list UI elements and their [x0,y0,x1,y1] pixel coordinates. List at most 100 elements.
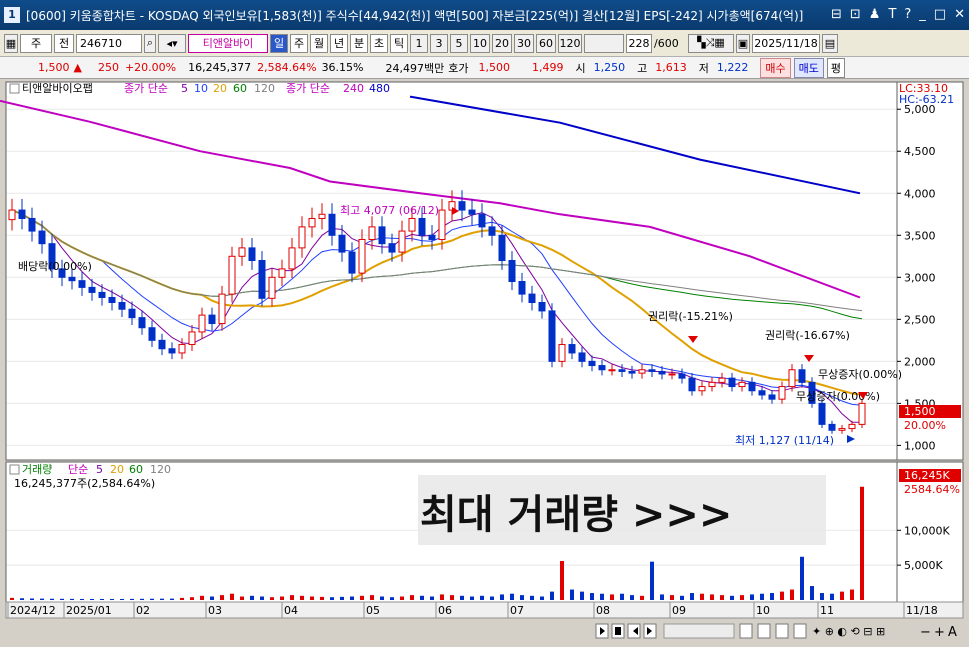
legend-box-icon[interactable] [9,83,20,94]
candle-body [78,280,86,288]
candle-body [838,428,846,431]
text-icon[interactable]: T [888,7,896,22]
volume-bar [430,596,434,600]
x-axis-label: 08 [596,604,610,617]
tools-icon[interactable]: ▚⤨▦ [688,33,734,53]
candle-body [698,386,706,392]
candle-body [498,234,506,261]
volume-bar [500,594,504,600]
volume-bar [450,595,454,600]
sound-icon[interactable]: ◂▾ [158,33,186,53]
average-button[interactable]: 평 [826,57,845,78]
volume-bar [160,598,164,600]
custom-interval-select[interactable] [584,33,624,53]
sell-button[interactable]: 매도 [793,57,824,78]
save-icon[interactable]: ▣ [736,33,750,53]
hc-label: HC:-63.21 [899,93,954,106]
volume-bar [800,556,804,600]
close-button[interactable]: ✕ [954,7,965,22]
candle-body [278,268,286,278]
zoom-button[interactable] [757,623,771,639]
candle-body [98,291,106,298]
candle-body [688,377,696,392]
scroll-track[interactable] [663,623,735,639]
zoom-out-button[interactable] [775,623,789,639]
volume-bar [140,598,144,600]
prev-button[interactable]: 전 [54,33,74,53]
candle-body [608,369,616,372]
volume-bar [660,594,664,600]
figure-icon[interactable]: ♟ [869,7,881,22]
volume-bar [750,594,754,600]
minus-icon[interactable]: − [920,625,931,640]
volume-bar [820,593,824,600]
volume-bar [10,597,14,600]
interval-1[interactable]: 1 [410,33,428,53]
company-name[interactable]: 티앤알바이 [188,33,268,53]
interval-60[interactable]: 60 [536,33,556,53]
interval-30[interactable]: 30 [514,33,534,53]
volume-bar [540,596,544,600]
interval-5[interactable]: 5 [450,33,468,53]
maximize-button[interactable]: □ [934,7,946,22]
volume-bar [550,591,554,600]
help-icon[interactable]: ? [904,7,911,22]
annotation-rights2: 권리락(-16.67%) [765,329,850,342]
scroll-extra-icon[interactable]: ✦ ⊕ ◐ ⟲ ⊟ ⊞ [812,625,885,638]
candle-body [18,209,26,219]
volume-bar [590,593,594,600]
grid-icon[interactable]: ▦ [4,33,18,53]
candle-body [458,201,466,211]
volume-bar [770,593,774,600]
tab-second[interactable]: 초 [370,33,388,53]
font-size-icon[interactable]: A [948,625,957,640]
tab-day[interactable]: 일 [270,33,288,53]
volume-bar [830,593,834,600]
tab-week[interactable]: 주 [290,33,308,53]
candle-body [368,226,376,240]
code-input[interactable]: 246710 [76,33,142,53]
current-price: 1,500 [38,61,70,74]
interval-20[interactable]: 20 [492,33,512,53]
candle-body [828,423,836,431]
minimize-button[interactable]: _ [919,7,926,22]
candle-body [618,369,626,372]
volume-bar [320,596,324,600]
volume-bar [130,598,134,600]
volume-bar [280,596,284,600]
candle-body [668,373,676,376]
tab-month[interactable]: 월 [310,33,328,53]
search-icon[interactable]: ⌕ [144,33,156,53]
candle-body [398,230,406,253]
interval-3[interactable]: 3 [430,33,448,53]
volume-legend-box-icon[interactable] [9,464,20,475]
tab-year[interactable]: 년 [330,33,348,53]
date-input[interactable]: 2025/11/18 [752,33,820,53]
tile-icon[interactable]: ⊟ [831,7,842,22]
zoom-fit-button[interactable] [739,623,753,639]
x-axis-label: 02 [136,604,150,617]
volume-bar [200,595,204,600]
volume-bar [730,595,734,600]
volume-bar [840,591,844,600]
tab-minute[interactable]: 분 [350,33,368,53]
legend-stock-name: 티앤알바이오팹 [22,81,93,95]
cascade-icon[interactable]: ⊡ [850,7,861,22]
tab-tick[interactable]: 틱 [390,33,408,53]
total-count: /600 [654,36,679,50]
buy-button[interactable]: 매수 [760,57,791,78]
calendar-icon[interactable]: ▤ [822,33,838,53]
volume-legend-ma: 단순 [68,463,88,476]
zoom-in-button[interactable] [793,623,807,639]
plus-icon[interactable]: + [934,625,945,640]
chart-area[interactable]: 5,0004,5004,0003,5003,0002,5002,0001,500… [0,80,969,647]
interval-10[interactable]: 10 [470,33,490,53]
volume-bar [100,598,104,600]
volume-bar [300,595,304,600]
period-unit-select[interactable]: 주 [20,33,52,53]
quote-bar: 1,500 ▲ 250 +20.00% 16,245,377 2,584.64%… [0,57,969,79]
volume-bar [230,593,234,600]
count-input[interactable]: 228 [626,33,652,53]
interval-120[interactable]: 120 [558,33,582,53]
candle-body [348,251,356,274]
